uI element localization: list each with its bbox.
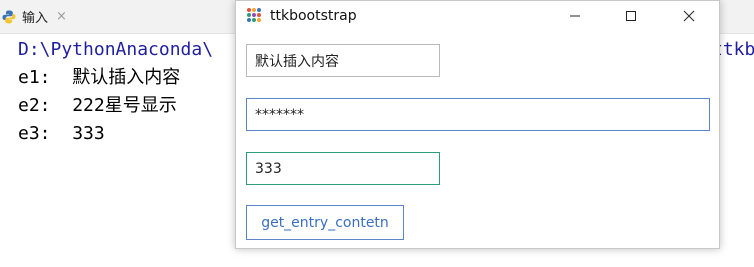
entry-default-text-value: 默认插入内容 xyxy=(255,53,339,70)
console-prefix: e1: xyxy=(18,67,51,88)
run-tab-label: 输入 xyxy=(22,11,49,26)
ttkbootstrap-window: ttkbootstrap 默认插入内容 ******* 333 get_entr… xyxy=(235,0,720,249)
maximize-button[interactable] xyxy=(608,1,654,31)
entry-number-value: 333 xyxy=(255,160,282,177)
get-entry-content-button[interactable]: get_entry_contetn xyxy=(246,205,404,240)
window-titlebar[interactable]: ttkbootstrap xyxy=(236,1,719,31)
close-tab-icon[interactable]: × xyxy=(56,9,67,24)
console-path: D:\PythonAnaconda\ xyxy=(18,39,214,60)
entry-default-text[interactable]: 默认插入内容 xyxy=(246,44,440,77)
console-prefix: e3: xyxy=(18,123,51,144)
window-title: ttkbootstrap xyxy=(270,8,357,24)
console-line: e3: 333 xyxy=(18,120,213,148)
entry-password[interactable]: ******* xyxy=(246,98,710,131)
console-value: 333 xyxy=(72,123,105,144)
tk-app-icon xyxy=(246,7,262,23)
console-prefix: e2: xyxy=(18,95,51,116)
maximize-icon xyxy=(626,11,636,21)
get-entry-content-label: get_entry_contetn xyxy=(261,214,389,231)
entry-password-value: ******* xyxy=(255,106,304,123)
close-button[interactable] xyxy=(666,1,712,31)
python-icon xyxy=(2,10,16,24)
console-value: 222星号显示 xyxy=(72,95,177,116)
run-tab[interactable]: 输入 × xyxy=(0,0,80,33)
console-output: D:\PythonAnaconda\ e1: 默认插入内容 e2: 222星号显示 e… xyxy=(18,36,213,148)
entry-number[interactable]: 333 xyxy=(246,152,440,185)
console-line: e2: 222星号显示 xyxy=(18,92,213,120)
console-line: D:\PythonAnaconda\ xyxy=(18,36,213,64)
console-line: e1: 默认插入内容 xyxy=(18,64,213,92)
close-icon xyxy=(683,10,695,22)
minimize-icon xyxy=(570,15,580,17)
minimize-button[interactable] xyxy=(552,1,598,31)
console-value: 默认插入内容 xyxy=(72,67,181,88)
